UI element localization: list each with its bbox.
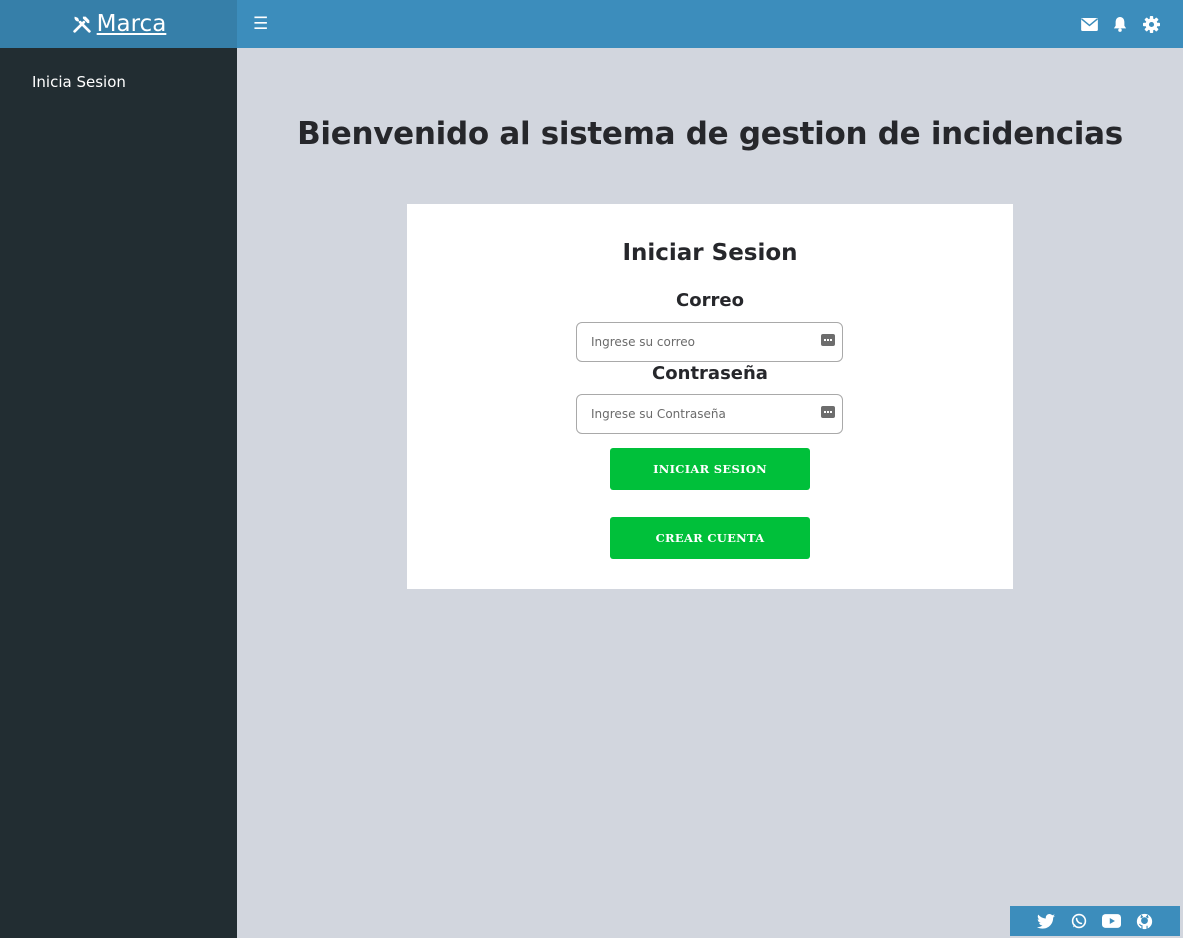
password-field[interactable] bbox=[576, 394, 843, 434]
login-button[interactable]: INICIAR SESION bbox=[610, 448, 810, 490]
github-icon[interactable] bbox=[1135, 912, 1154, 931]
bell-icon[interactable] bbox=[1111, 15, 1129, 33]
twitter-icon[interactable] bbox=[1036, 912, 1055, 931]
email-field[interactable] bbox=[576, 322, 843, 362]
sidebar-item-inicia-sesion[interactable]: Inicia Sesion bbox=[0, 73, 237, 91]
brand-bar: Marca bbox=[0, 0, 237, 48]
page-title: Bienvenido al sistema de gestion de inci… bbox=[297, 116, 1123, 152]
whatsapp-icon[interactable] bbox=[1069, 912, 1088, 931]
create-account-button[interactable]: CREAR CUENTA bbox=[610, 517, 810, 559]
envelope-icon[interactable] bbox=[1080, 15, 1098, 33]
email-label: Correo bbox=[676, 290, 744, 311]
gear-icon[interactable] bbox=[1142, 15, 1160, 33]
menu-toggle-button[interactable]: ☰ bbox=[253, 15, 268, 33]
sidebar: Marca Inicia Sesion bbox=[0, 0, 237, 938]
password-manager-icon[interactable] bbox=[821, 406, 835, 418]
youtube-icon[interactable] bbox=[1102, 912, 1121, 931]
social-bar bbox=[1010, 906, 1180, 936]
brand-link[interactable]: Marca bbox=[97, 11, 167, 37]
password-label: Contraseña bbox=[652, 363, 768, 384]
topbar: ☰ bbox=[237, 0, 1183, 48]
topbar-icons bbox=[1080, 15, 1160, 33]
password-manager-icon[interactable] bbox=[821, 334, 835, 346]
tools-icon bbox=[71, 13, 93, 35]
login-title: Iniciar Sesion bbox=[622, 240, 798, 266]
